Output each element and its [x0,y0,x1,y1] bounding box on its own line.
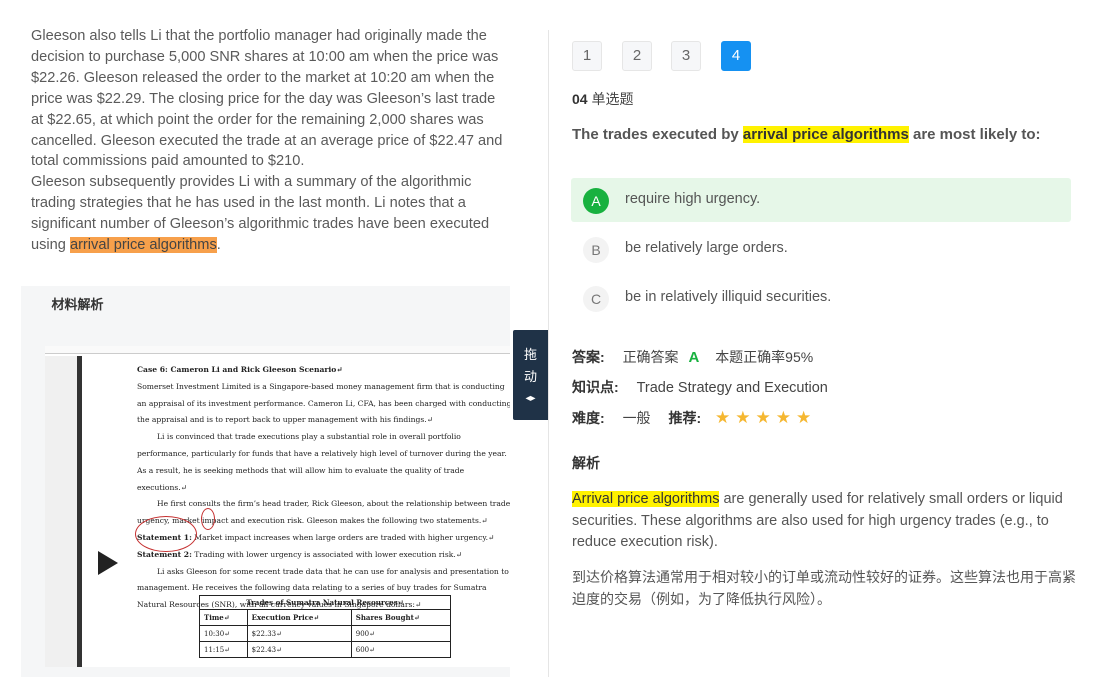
question-nav-1[interactable]: 1 [572,41,602,71]
correct-answer-label: 正确答案 [622,349,679,365]
play-icon[interactable] [98,551,118,575]
knowledge-value: Trade Strategy and Execution [636,380,828,396]
question-number: 04 [572,91,588,107]
option-letter: C [583,286,609,312]
video-frame-edge [77,356,82,667]
star-icon: ★ [735,408,751,427]
difficulty-row: 难度: 一般 推荐: ★ ★ ★ ★ ★ [572,408,816,428]
difficulty-value: 一般 [622,410,651,426]
knowledge-label: 知识点: [572,379,619,395]
doc-paragraph: Li is convinced that trade executions pl… [137,432,507,492]
passage-paragraph-2: Gleeson subsequently provides Li with a … [31,172,511,256]
annotation-circle [135,516,197,552]
option-text: be in relatively illiquid securities. [625,289,832,305]
question-nav-4[interactable]: 4 [721,41,751,71]
star-icon: ★ [775,408,792,427]
table-header: Time↵ [199,609,248,626]
passage-text-end: . [216,237,221,254]
drag-handle[interactable]: 拖 动 ◂▸ [513,330,548,420]
star-icon: ★ [796,408,812,427]
analysis-english: Arrival price algorithms are generally u… [572,489,1072,554]
difficulty-label: 难度: [572,410,605,426]
table-header: Shares Bought↵ [350,609,452,626]
question-text: The trades executed by [572,126,743,143]
question-header: 04 单选题 [572,89,633,109]
material-analysis-section: 材料解析 Case 6: Cameron Li and Rick Gleeson… [21,286,510,677]
highlighted-term: arrival price algorithms [742,126,909,143]
option-a[interactable]: A require high urgency. [571,178,1071,222]
video-document-viewer[interactable]: Case 6: Cameron Li and Rick Gleeson Scen… [45,346,510,667]
panel-divider [548,30,549,677]
material-panel: Gleeson also tells Li that the portfolio… [0,0,548,677]
question-text-end: are most likely to: [908,126,1041,143]
star-icon: ★ [755,408,771,427]
trades-table: Trades of Sumatra Natural Resources↵ Tim… [199,595,452,658]
star-icon: ★ [715,408,731,427]
option-b[interactable]: B be relatively large orders. [571,227,1071,271]
passage-paragraph-1: Gleeson also tells Li that the portfolio… [31,28,503,170]
document-ruler [45,346,510,354]
tab-material-analysis[interactable]: 材料解析 [21,286,134,326]
statement-text: Market impact increases when large order… [191,532,495,542]
table-caption: Trades of Sumatra Natural Resources↵ [199,595,451,609]
question-type: 单选题 [591,91,634,107]
correct-rate: 本题正确率95% [715,349,814,365]
rating-stars: ★ ★ ★ ★ ★ [715,408,816,427]
drag-handle-label: 动 [523,369,537,384]
analysis-title: 解析 [572,455,600,471]
table-cell: 900↵ [350,625,452,642]
doc-title: Case 6: Cameron Li and Rick Gleeson Scen… [137,365,343,374]
case-passage: Gleeson also tells Li that the portfolio… [31,26,511,256]
option-text: require high urgency. [625,191,761,207]
table-cell: 11:15↵ [199,641,248,658]
document-page: Case 6: Cameron Li and Rick Gleeson Scen… [137,362,510,614]
table-cell: $22.33↵ [246,625,352,642]
analysis-chinese: 到达价格算法通常用于相对较小的订单或流动性较好的证券。这些算法也用于高紧迫度的交… [572,570,1076,608]
drag-arrows-icon: ◂▸ [525,393,536,404]
doc-paragraph: Somerset Investment Limited is a Singapo… [137,381,510,425]
doc-statement-2: Statement 2: Trading with lower urgency … [137,547,510,564]
annotation-mark [201,508,215,530]
option-text: be relatively large orders. [625,240,788,256]
drag-handle-label: 拖 [523,347,537,362]
knowledge-row: 知识点: Trade Strategy and Execution [572,377,828,397]
video-sidebar [45,356,77,667]
table-cell: 600↵ [350,641,452,658]
option-c[interactable]: C be in relatively illiquid securities. [571,276,1071,320]
option-letter: B [583,237,609,263]
answer-label: 答案: [572,349,605,365]
highlighted-term: Arrival price algorithms [572,491,720,507]
table-row: 11:15↵ $22.43↵ 600↵ [199,641,452,658]
question-nav-3[interactable]: 3 [671,41,701,71]
table-cell: $22.43↵ [246,641,352,658]
statement-text: Trading with lower urgency is associated… [191,549,463,559]
correct-answer-letter: A [688,349,700,366]
highlighted-term: arrival price algorithms [69,237,217,254]
table-cell: 10:30↵ [199,625,248,642]
table-row: 10:30↵ $22.33↵ 900↵ [199,625,452,642]
option-letter: A [583,188,609,214]
answer-row: 答案: 正确答案 A 本题正确率95% [572,347,813,367]
recommend-label: 推荐: [668,410,702,426]
question-stem: The trades executed by arrival price alg… [572,124,1062,147]
question-nav-2[interactable]: 2 [622,41,652,71]
table-header-row: Time↵ Execution Price↵ Shares Bought↵ [199,609,452,626]
table-header: Execution Price↵ [246,609,352,626]
